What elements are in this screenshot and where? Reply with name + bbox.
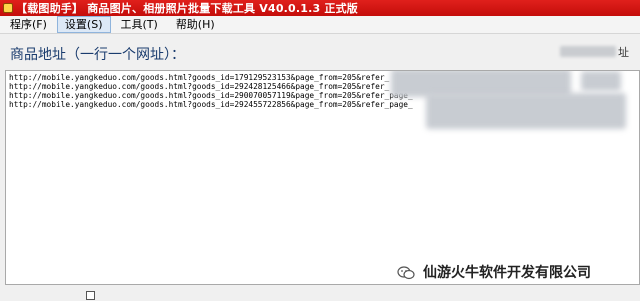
url-textarea[interactable]: http://mobile.yangkeduo.com/goods.html?g… (5, 70, 640, 285)
url-line: http://mobile.yangkeduo.com/goods.html?g… (9, 100, 413, 109)
wechat-icon (397, 265, 415, 280)
redacted-label (560, 46, 616, 57)
url-line: http://mobile.yangkeduo.com/goods.html?g… (9, 73, 390, 82)
menu-tools[interactable]: 工具(T) (113, 16, 166, 33)
bottom-options-strip (0, 290, 640, 301)
menu-program[interactable]: 程序(F) (2, 16, 55, 33)
watermark-text: 仙游火牛软件开发有限公司 (423, 265, 591, 281)
menu-help[interactable]: 帮助(H) (168, 16, 223, 33)
app-icon (3, 3, 13, 13)
redacted-region (581, 71, 621, 91)
menu-settings[interactable]: 设置(S) (56, 16, 111, 33)
url-line: http://mobile.yangkeduo.com/goods.html?g… (9, 91, 413, 100)
title-bar: 【载图助手】 商品图片、相册照片批量下载工具 V40.0.1.3 正式版 (0, 0, 640, 16)
right-label: 址 (618, 46, 629, 59)
option-checkbox[interactable] (86, 291, 95, 300)
window-title: 【载图助手】 商品图片、相册照片批量下载工具 V40.0.1.3 正式版 (16, 2, 359, 15)
redacted-region (426, 93, 626, 129)
url-list-heading: 商品地址（一行一个网址）： (10, 47, 185, 63)
watermark: 仙游火牛软件开发有限公司 (397, 262, 591, 282)
menu-bar: 程序(F) 设置(S) 工具(T) 帮助(H) (0, 16, 640, 34)
url-line: http://mobile.yangkeduo.com/goods.html?g… (9, 82, 390, 91)
